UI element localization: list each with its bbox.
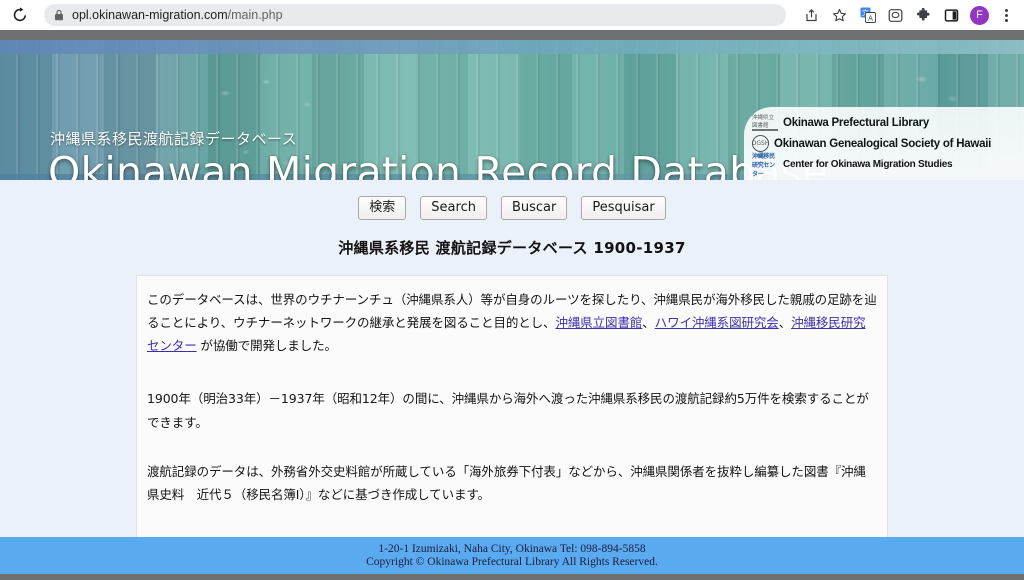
logo-label-library: Okinawa Prefectural Library <box>783 116 930 129</box>
migration-center-icon: 沖縄移民研究センター <box>752 154 775 178</box>
browser-action-icons: 文 A F <box>802 0 1020 30</box>
chrome-bottom-divider <box>0 30 1024 40</box>
footer-copyright: Copyright © Okinawa Prefectural Library … <box>366 556 658 568</box>
star-icon[interactable] <box>830 6 849 25</box>
footer-address: 1-20-1 Izumizaki, Naha City, Okinawa Tel… <box>378 543 646 555</box>
three-dot-menu-icon[interactable] <box>998 8 1014 22</box>
logo-row-migration-center: 沖縄移民研究センター Center for Okinawa Migration … <box>752 154 1020 178</box>
search-button-ja[interactable]: 検索 <box>358 196 407 220</box>
logo-label-migration-center: Center for Okinawa Migration Studies <box>783 159 953 170</box>
search-button-en[interactable]: Search <box>420 196 487 220</box>
side-panel-icon[interactable] <box>942 6 961 25</box>
message-icon[interactable] <box>886 6 905 25</box>
page-body: 沖縄県系移民渡航記録データベース Okinawan Migration Reco… <box>0 40 1024 574</box>
sep-1: 、 <box>642 315 655 331</box>
browser-toolbar: opl.okinawan-migration.com/main.php 文 A <box>0 0 1024 30</box>
banner-title-en: Okinawan Migration Record Database <box>48 148 828 180</box>
page-title: 沖縄県系移民 渡航記録データベース 1900-1937 <box>338 239 686 257</box>
avatar[interactable]: F <box>970 5 989 25</box>
paragraph-date-range: 1900年（明治33年）－1937年（昭和12年）の間に、沖縄県から海外へ渡った… <box>147 391 869 430</box>
share-icon[interactable] <box>802 6 821 25</box>
site-banner: 沖縄県系移民渡航記録データベース Okinawan Migration Reco… <box>0 40 1024 180</box>
window-bottom-bar <box>0 574 1024 580</box>
search-button-pt[interactable]: Pesquisar <box>581 196 666 220</box>
url-host: opl.okinawan-migration.com <box>72 8 228 22</box>
paragraph-data-source: 渡航記録のデータは、外務省外交史料館が所蔵している「海外旅券下付表」などから、沖… <box>147 463 866 502</box>
address-bar-text: opl.okinawan-migration.com/main.php <box>72 8 283 22</box>
partner-logos: 沖縄県立図書館 Okinawa Prefectural Library OGSH… <box>744 107 1024 180</box>
link-okinawa-prefectural-library[interactable]: 沖縄県立図書館 <box>555 315 642 330</box>
banner-subtitle-jp: 沖縄県系移民渡航記録データベース <box>50 130 298 148</box>
logo-row-library: 沖縄県立図書館 Okinawa Prefectural Library <box>752 112 1020 133</box>
sep-2: 、 <box>778 315 792 331</box>
banner-top-strip <box>0 40 1024 54</box>
logo-label-genealogical: Okinawan Genealogical Society of Hawaii <box>774 137 992 150</box>
site-footer: 1-20-1 Izumizaki, Naha City, Okinawa Tel… <box>0 537 1024 574</box>
google-translate-icon[interactable]: 文 A <box>858 6 877 25</box>
search-button-es[interactable]: Buscar <box>500 196 568 220</box>
svg-text:A: A <box>868 14 873 22</box>
logo-row-genealogical: OGSH Okinawan Genealogical Society of Ha… <box>752 133 1020 154</box>
library-seal-icon: 沖縄県立図書館 <box>752 114 778 131</box>
paragraph-overview-text-b: が協働で開発しました。 <box>196 338 337 354</box>
language-button-row: 検索 Search Buscar Pesquisar <box>0 196 1024 220</box>
address-bar[interactable]: opl.okinawan-migration.com/main.php <box>44 4 786 26</box>
url-path: /main.php <box>227 8 283 22</box>
description-panel: このデータベースは、世界のウチナーンチュ（沖縄県系人）等が自身のルーツを探したり… <box>136 275 888 574</box>
genealogical-seal-icon: OGSH <box>752 135 769 152</box>
lock-icon <box>54 9 64 21</box>
paragraph-overview: このデータベースは、世界のウチナーンチュ（沖縄県系人）等が自身のルーツを探したり… <box>147 288 877 357</box>
puzzle-piece-icon[interactable] <box>914 6 933 25</box>
link-hawaii-genealogical-society[interactable]: ハワイ沖縄系図研究会 <box>655 315 779 330</box>
reload-button[interactable] <box>6 1 34 29</box>
